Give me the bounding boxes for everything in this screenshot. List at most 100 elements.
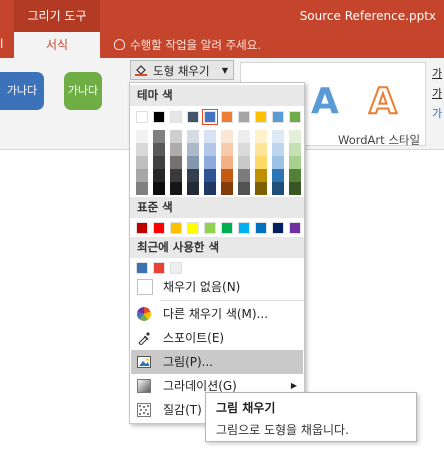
theme-shade-swatch[interactable]	[255, 156, 267, 169]
theme-shade-swatch[interactable]	[238, 130, 250, 143]
theme-color-swatch[interactable]	[221, 111, 233, 123]
theme-shade-swatch[interactable]	[289, 130, 301, 143]
theme-shade-swatch[interactable]	[221, 143, 233, 156]
tab-format[interactable]: 서식	[14, 32, 100, 58]
text-effects-button[interactable]: 가	[432, 104, 444, 124]
tab-partial-left[interactable]: l	[0, 32, 12, 58]
theme-shade-swatch[interactable]	[204, 169, 216, 182]
theme-color-swatch[interactable]	[136, 111, 148, 123]
theme-color-swatch[interactable]	[238, 111, 250, 123]
standard-color-swatch[interactable]	[204, 222, 216, 234]
theme-shade-swatch[interactable]	[136, 156, 148, 169]
picture-fill-item[interactable]: 그림(P)...	[131, 350, 303, 374]
theme-shade-swatch[interactable]	[170, 130, 182, 143]
theme-shade-swatch[interactable]	[255, 182, 267, 195]
theme-shade-swatch[interactable]	[136, 182, 148, 195]
theme-shade-swatch[interactable]	[272, 182, 284, 195]
standard-color-swatch[interactable]	[187, 222, 199, 234]
wordart-style-blue[interactable]: A	[311, 81, 339, 122]
theme-shade-swatch[interactable]	[289, 182, 301, 195]
theme-shade-swatch[interactable]	[153, 130, 165, 143]
theme-shade-swatch[interactable]	[187, 156, 199, 169]
theme-color-swatch[interactable]	[187, 111, 199, 123]
theme-color-swatch[interactable]	[170, 111, 182, 123]
theme-shade-swatch[interactable]	[289, 156, 301, 169]
theme-shade-swatch[interactable]	[136, 130, 148, 143]
standard-color-swatch[interactable]	[238, 222, 250, 234]
recent-colors-header: 최근에 사용한 색	[130, 237, 304, 258]
theme-shade-swatch[interactable]	[187, 130, 199, 143]
drawing-tools-context-label: 그리기 도구	[14, 0, 100, 32]
standard-color-swatch[interactable]	[136, 222, 148, 234]
theme-shade-swatch[interactable]	[204, 143, 216, 156]
theme-shade-swatch[interactable]	[153, 182, 165, 195]
standard-color-swatch[interactable]	[170, 222, 182, 234]
theme-color-swatch[interactable]	[153, 111, 165, 123]
wordart-style-orange-outline[interactable]: A	[368, 80, 398, 123]
wordart-side-buttons: 가 가 가	[432, 64, 444, 124]
standard-color-swatch[interactable]	[153, 222, 165, 234]
theme-shade-swatch[interactable]	[289, 143, 301, 156]
theme-shade-swatch[interactable]	[272, 143, 284, 156]
theme-shade-swatch[interactable]	[153, 143, 165, 156]
theme-shade-swatch[interactable]	[153, 156, 165, 169]
standard-color-swatch[interactable]	[255, 222, 267, 234]
standard-color-swatch[interactable]	[289, 222, 301, 234]
recent-color-swatch[interactable]	[136, 262, 148, 274]
standard-color-swatch[interactable]	[221, 222, 233, 234]
theme-shade-swatch[interactable]	[221, 182, 233, 195]
theme-shade-swatch[interactable]	[204, 182, 216, 195]
theme-shade-swatch[interactable]	[204, 130, 216, 143]
theme-shade-swatch[interactable]	[204, 156, 216, 169]
shape-style-green[interactable]: 가나다	[64, 72, 102, 110]
picture-icon	[137, 356, 151, 368]
standard-color-swatch[interactable]	[272, 222, 284, 234]
texture-label: 질감(T)	[163, 403, 202, 417]
theme-shade-swatch[interactable]	[170, 156, 182, 169]
theme-shade-swatch[interactable]	[170, 169, 182, 182]
picture-fill-label: 그림(P)...	[163, 355, 214, 369]
shape-fill-menu: 테마 색 표준 색 최근에 사용한 색 채우기 없음(N) 다른 채우기 색(M…	[129, 82, 305, 424]
recent-color-swatch[interactable]	[153, 262, 165, 274]
theme-shade-swatch[interactable]	[272, 130, 284, 143]
theme-shade-swatch[interactable]	[272, 156, 284, 169]
theme-color-swatch[interactable]	[202, 109, 218, 125]
theme-shade-swatch[interactable]	[272, 169, 284, 182]
theme-shade-swatch[interactable]	[238, 156, 250, 169]
text-outline-button[interactable]: 가	[432, 84, 444, 104]
theme-shade-swatch[interactable]	[238, 143, 250, 156]
theme-shade-swatch[interactable]	[221, 130, 233, 143]
theme-shade-swatch[interactable]	[238, 182, 250, 195]
theme-color-swatch[interactable]	[289, 111, 301, 123]
theme-shade-swatch[interactable]	[187, 182, 199, 195]
shape-fill-button[interactable]: 도형 채우기 ▼	[130, 60, 234, 80]
no-fill-item[interactable]: 채우기 없음(N)	[131, 275, 303, 299]
recent-color-swatch[interactable]	[170, 262, 182, 274]
theme-shade-swatch[interactable]	[187, 143, 199, 156]
theme-shade-swatch[interactable]	[136, 143, 148, 156]
tell-me-search[interactable]: 수행할 작업을 알려 주세요.	[114, 32, 261, 58]
chevron-down-icon: ▼	[221, 66, 228, 75]
theme-shade-swatch[interactable]	[221, 156, 233, 169]
more-fill-colors-item[interactable]: 다른 채우기 색(M)...	[131, 302, 303, 326]
theme-shade-swatch[interactable]	[153, 169, 165, 182]
theme-color-swatch[interactable]	[272, 111, 284, 123]
picture-fill-tooltip: 그림 채우기 그림으로 도형을 채웁니다.	[205, 392, 417, 442]
theme-shade-swatch[interactable]	[187, 169, 199, 182]
theme-color-swatch[interactable]	[255, 111, 267, 123]
shape-style-blue[interactable]: 가나다	[0, 72, 44, 110]
theme-shade-swatch[interactable]	[221, 169, 233, 182]
theme-shade-swatch[interactable]	[289, 169, 301, 182]
wordart-group-label: WordArt 스타일	[338, 133, 421, 147]
theme-shade-swatch[interactable]	[255, 169, 267, 182]
theme-shade-swatch[interactable]	[238, 169, 250, 182]
standard-colors-header: 표준 색	[130, 197, 304, 218]
text-fill-button[interactable]: 가	[432, 64, 444, 84]
lightbulb-icon	[114, 39, 125, 50]
theme-shade-swatch[interactable]	[255, 130, 267, 143]
eyedropper-item[interactable]: 스포이트(E)	[131, 326, 303, 350]
theme-shade-swatch[interactable]	[255, 143, 267, 156]
theme-shade-swatch[interactable]	[136, 169, 148, 182]
theme-shade-swatch[interactable]	[170, 182, 182, 195]
theme-shade-swatch[interactable]	[170, 143, 182, 156]
